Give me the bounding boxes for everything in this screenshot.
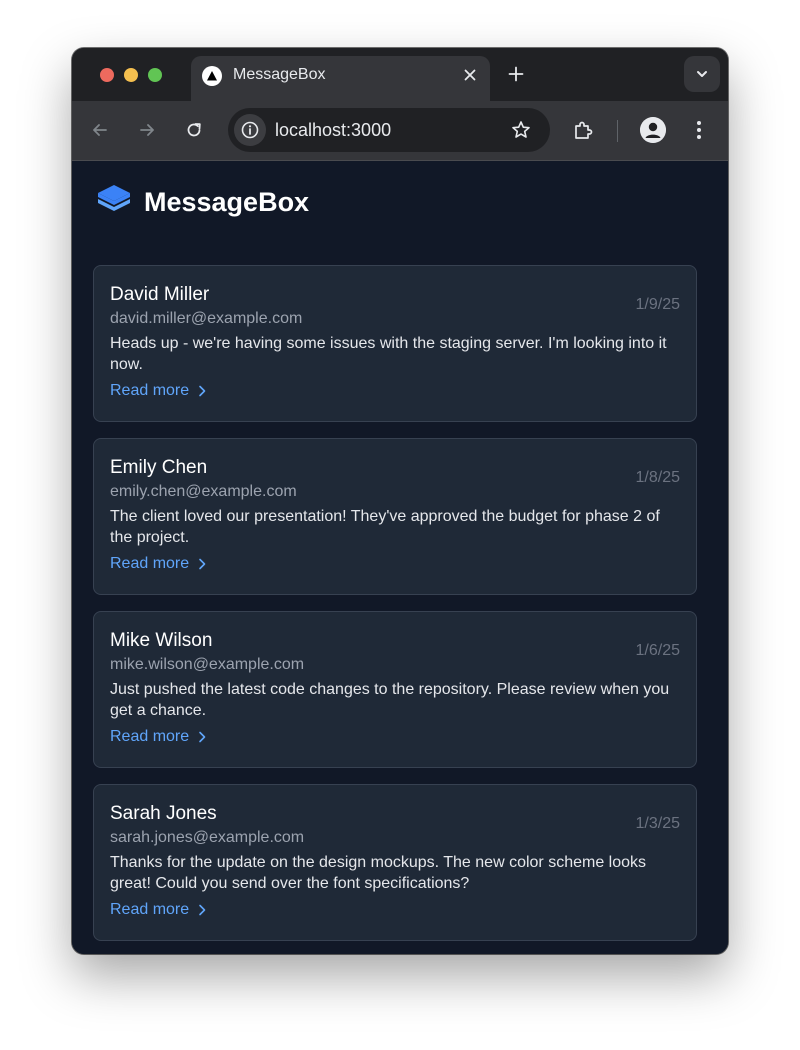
site-info-icon[interactable] (234, 114, 266, 146)
close-window-button[interactable] (100, 68, 114, 82)
message-card[interactable]: Mike Wilson mike.wilson@example.com 1/6/… (93, 611, 697, 768)
zoom-window-button[interactable] (148, 68, 162, 82)
chevron-right-icon (199, 731, 206, 743)
browser-toolbar: localhost:3000 (72, 101, 728, 161)
message-preview: Heads up - we're having some issues with… (110, 335, 667, 373)
message-list: David Miller david.miller@example.com 1/… (93, 265, 697, 954)
chevron-right-icon (199, 385, 206, 397)
star-icon[interactable] (510, 119, 532, 141)
sender-name: Emily Chen (110, 457, 208, 478)
read-more-label: Read more (110, 382, 190, 399)
sender-name: Sarah Jones (110, 803, 217, 824)
browser-tab[interactable]: MessageBox (191, 56, 490, 101)
message-preview: Just pushed the latest code changes to t… (110, 681, 670, 719)
message-card[interactable]: David Miller david.miller@example.com 1/… (93, 265, 697, 422)
tab-strip: MessageBox (72, 48, 728, 101)
message-preview: The client loved our presentation! They'… (110, 508, 660, 546)
stacked-layers-icon (96, 183, 132, 219)
read-more-link[interactable]: Read more (110, 727, 207, 747)
message-date: 1/8/25 (635, 469, 680, 486)
profile-icon[interactable] (640, 117, 666, 143)
message-card[interactable]: Emily Chen emily.chen@example.com 1/8/25… (93, 438, 697, 595)
read-more-link[interactable]: Read more (110, 554, 207, 574)
url-text[interactable]: localhost:3000 (275, 120, 391, 140)
back-icon[interactable] (88, 118, 112, 142)
read-more-label: Read more (110, 555, 190, 572)
extensions-icon[interactable] (571, 118, 595, 142)
sender-name: David Miller (110, 284, 210, 305)
sender-email: david.miller@example.com (110, 310, 303, 327)
read-more-link[interactable]: Read more (110, 381, 207, 401)
read-more-link[interactable]: Read more (110, 900, 207, 920)
read-more-label: Read more (110, 728, 190, 745)
menu-icon[interactable] (687, 118, 711, 142)
message-card[interactable]: Sarah Jones sarah.jones@example.com 1/3/… (93, 784, 697, 941)
chevron-down-icon[interactable] (684, 56, 720, 92)
read-more-label: Read more (110, 901, 190, 918)
browser-window: MessageBox localhost:3000 MessageBox Dav… (72, 48, 728, 954)
sender-email: sarah.jones@example.com (110, 829, 305, 846)
close-icon[interactable] (460, 65, 480, 85)
message-date: 1/6/25 (635, 642, 680, 659)
new-tab-icon[interactable] (506, 64, 526, 84)
message-date: 1/9/25 (635, 296, 680, 313)
message-date: 1/3/25 (635, 815, 680, 832)
reload-icon[interactable] (182, 118, 206, 142)
page-content: MessageBox David Miller david.miller@exa… (72, 161, 728, 954)
chevron-right-icon (199, 558, 206, 570)
address-bar[interactable]: localhost:3000 (228, 108, 550, 152)
forward-icon[interactable] (135, 118, 159, 142)
sender-email: emily.chen@example.com (110, 483, 297, 500)
tab-title: MessageBox (233, 66, 326, 83)
chevron-right-icon (199, 904, 206, 916)
sender-name: Mike Wilson (110, 630, 213, 651)
app-title: MessageBox (144, 187, 310, 217)
minimize-window-button[interactable] (124, 68, 138, 82)
favicon-icon (202, 66, 222, 86)
message-preview: Thanks for the update on the design mock… (110, 854, 647, 892)
sender-email: mike.wilson@example.com (110, 656, 305, 673)
toolbar-divider (617, 120, 618, 142)
